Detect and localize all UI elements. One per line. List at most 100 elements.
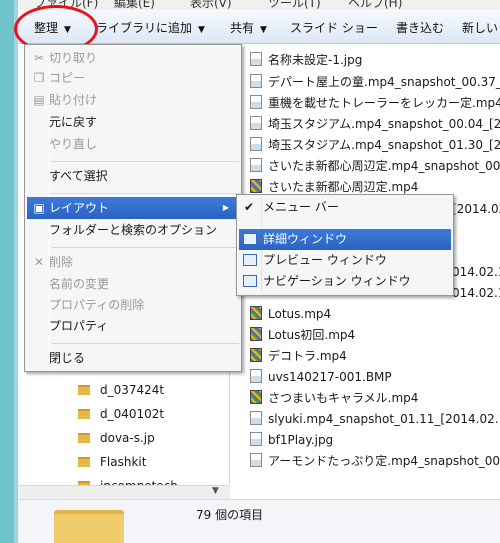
menu-item-close[interactable]: 閉じる [27, 347, 239, 369]
organize-menu: ✂ 切り取り ❐ コピー ▤ 貼り付け 元に戻す やり直し すべて選択 ▣ レイアウト ▶… [24, 44, 242, 372]
menu-separator [51, 193, 239, 194]
image-file-icon [250, 432, 262, 446]
menu-item-redo[interactable]: やり直し [27, 133, 239, 155]
details-pane-icon [243, 233, 257, 245]
file-item[interactable]: 埼玉スタジアム.mp4_snapshot_00.04_[2 [250, 114, 500, 134]
file-item[interactable]: 埼玉スタジアム.mp4_snapshot_01.30_[2 [250, 135, 500, 155]
nav-folder-label: Flashkit [100, 455, 147, 469]
video-file-icon [250, 348, 262, 362]
menu-item-paste[interactable]: ▤ 貼り付け [27, 89, 239, 111]
menu-item-select-all[interactable]: すべて選択 [27, 165, 239, 187]
new-folder-button[interactable]: 新しい [462, 18, 498, 38]
copy-icon: ❐ [33, 71, 45, 85]
file-item[interactable]: Lotus.mp4 [250, 304, 500, 324]
layout-icon: ▣ [33, 201, 45, 215]
menu-item-undo[interactable]: 元に戻す [27, 111, 239, 133]
menu-separator [51, 247, 239, 248]
file-item-partial[interactable]: 014.02.1 [452, 283, 500, 303]
new-folder-label: 新しい [462, 21, 499, 35]
nav-folder[interactable]: dova-s.jp [78, 428, 155, 448]
file-name: 重機を載せたトレーラーをレッカー定.mp4 [268, 96, 500, 110]
video-file-icon [250, 179, 262, 193]
submenu-item-label: メニュー バー [263, 200, 339, 214]
file-name: デパート屋上の童.mp4_snapshot_00.37_ [268, 75, 500, 89]
submenu-item-details-pane[interactable]: 詳細ウィンドウ [239, 229, 451, 250]
image-file-icon [250, 74, 262, 88]
file-item[interactable]: デコトラ.mp4 [250, 346, 500, 366]
nav-horizontal-scrollbar[interactable]: ▼ [18, 485, 230, 499]
submenu-arrow-icon: ▶ [222, 203, 229, 212]
status-bar: 79 個の項目 [18, 499, 500, 543]
scroll-down-arrow-icon[interactable]: ▼ [212, 486, 219, 496]
file-name: bf1Play.jpg [268, 433, 334, 447]
menu-item-label: 閉じる [49, 351, 86, 365]
menu-item-rename[interactable]: 名前の変更 [27, 273, 239, 295]
video-file-icon [250, 390, 262, 404]
menu-item-label: やり直し [49, 137, 98, 151]
folder-icon [78, 433, 90, 443]
file-name: [2014.02 [452, 202, 500, 216]
file-name: さいたま新都心周辺定.mp4 [268, 180, 419, 194]
slideshow-label: スライド ショー [290, 21, 378, 35]
menu-item-label: 貼り付け [49, 93, 98, 107]
file-item[interactable]: Lotus初回.mp4 [250, 325, 500, 345]
nav-folder[interactable]: d_037424t [78, 380, 164, 400]
preview-pane-icon [243, 254, 257, 266]
file-item[interactable]: さつまいもキャラメル.mp4 [250, 388, 500, 408]
file-item[interactable]: 重機を載せたトレーラーをレッカー定.mp4 [250, 93, 500, 113]
submenu-item-preview-pane[interactable]: プレビュー ウィンドウ [239, 250, 451, 271]
image-file-icon [250, 453, 262, 467]
menu-bar: ファイル(F) 編集(E) 表示(V) ツール(T) ヘルプ(H) [18, 0, 500, 10]
menu-item-layout[interactable]: ▣ レイアウト ▶ [27, 197, 239, 219]
slideshow-button[interactable]: スライド ショー [290, 18, 378, 38]
nav-folder-label: d_040102t [100, 407, 165, 421]
menu-edit[interactable]: 編集(E) [114, 0, 155, 10]
menu-tools[interactable]: ツール(T) [268, 0, 321, 10]
menu-separator [51, 161, 239, 162]
image-file-icon [250, 95, 262, 109]
menu-separator [51, 343, 239, 344]
menu-item-label: 元に戻す [49, 115, 98, 129]
file-item[interactable]: uvs140217-001.BMP [250, 367, 500, 387]
menu-item-delete[interactable]: ✕ 削除 [27, 251, 239, 273]
file-item[interactable]: アーモンドたっぷり定.mp4_snapshot_00. [250, 451, 500, 471]
add-to-library-button[interactable]: ライブラリに追加 ▼ [96, 18, 205, 38]
menu-item-label: レイアウト [49, 201, 110, 215]
navigation-pane-icon [243, 275, 257, 287]
submenu-item-navigation-pane[interactable]: ナビゲーション ウィンドウ [239, 271, 451, 292]
menu-item-label: プロパティ [49, 319, 109, 333]
menu-item-label: 切り取り [49, 51, 98, 65]
menu-item-cut[interactable]: ✂ 切り取り [27, 47, 239, 69]
submenu-item-menu-bar[interactable]: ✔ メニュー バー [239, 197, 451, 218]
file-item[interactable]: 名称未設定-1.jpg [250, 50, 500, 70]
file-item[interactable]: デパート屋上の童.mp4_snapshot_00.37_ [250, 72, 500, 92]
nav-folder-label: d_037424t [100, 383, 165, 397]
image-file-icon [250, 137, 262, 151]
file-name: Lotus初回.mp4 [268, 328, 356, 342]
nav-folder[interactable]: Flashkit [78, 452, 146, 472]
share-button[interactable]: 共有 ▼ [230, 18, 267, 38]
file-name: さいたま新都心周辺定.mp4_snapshot_00. [268, 159, 500, 173]
file-item[interactable]: さいたま新都心周辺定.mp4_snapshot_00. [250, 156, 500, 176]
menu-item-label: プロパティの削除 [49, 298, 145, 312]
menu-item-label: コピー [49, 71, 86, 85]
burn-button[interactable]: 書き込む [396, 18, 444, 38]
file-name: 014.02.1 [452, 265, 500, 279]
menu-item-properties[interactable]: プロパティ [27, 315, 239, 337]
file-item-partial[interactable]: 014.02.1 [452, 262, 500, 282]
menu-help[interactable]: ヘルプ(H) [348, 0, 402, 10]
file-item[interactable]: bf1Play.jpg [250, 430, 500, 450]
menu-item-copy[interactable]: ❐ コピー [27, 67, 239, 89]
image-file-icon [250, 116, 262, 130]
nav-folder[interactable]: d_040102t [78, 404, 164, 424]
file-item[interactable]: slyuki.mp4_snapshot_01.11_[2014.02.15 [250, 409, 500, 429]
desktop-edge [0, 0, 14, 543]
file-item-partial[interactable]: [2014.02 [452, 199, 500, 219]
menu-item-remove-properties[interactable]: プロパティの削除 [27, 294, 239, 316]
menu-item-label: 削除 [49, 255, 74, 269]
menu-item-label: フォルダーと検索のオプション [49, 223, 218, 237]
file-name: 埼玉スタジアム.mp4_snapshot_01.30_[2 [268, 138, 500, 152]
menu-item-folder-options[interactable]: フォルダーと検索のオプション [27, 219, 239, 241]
menu-view[interactable]: 表示(V) [190, 0, 232, 10]
image-file-icon [250, 411, 262, 425]
